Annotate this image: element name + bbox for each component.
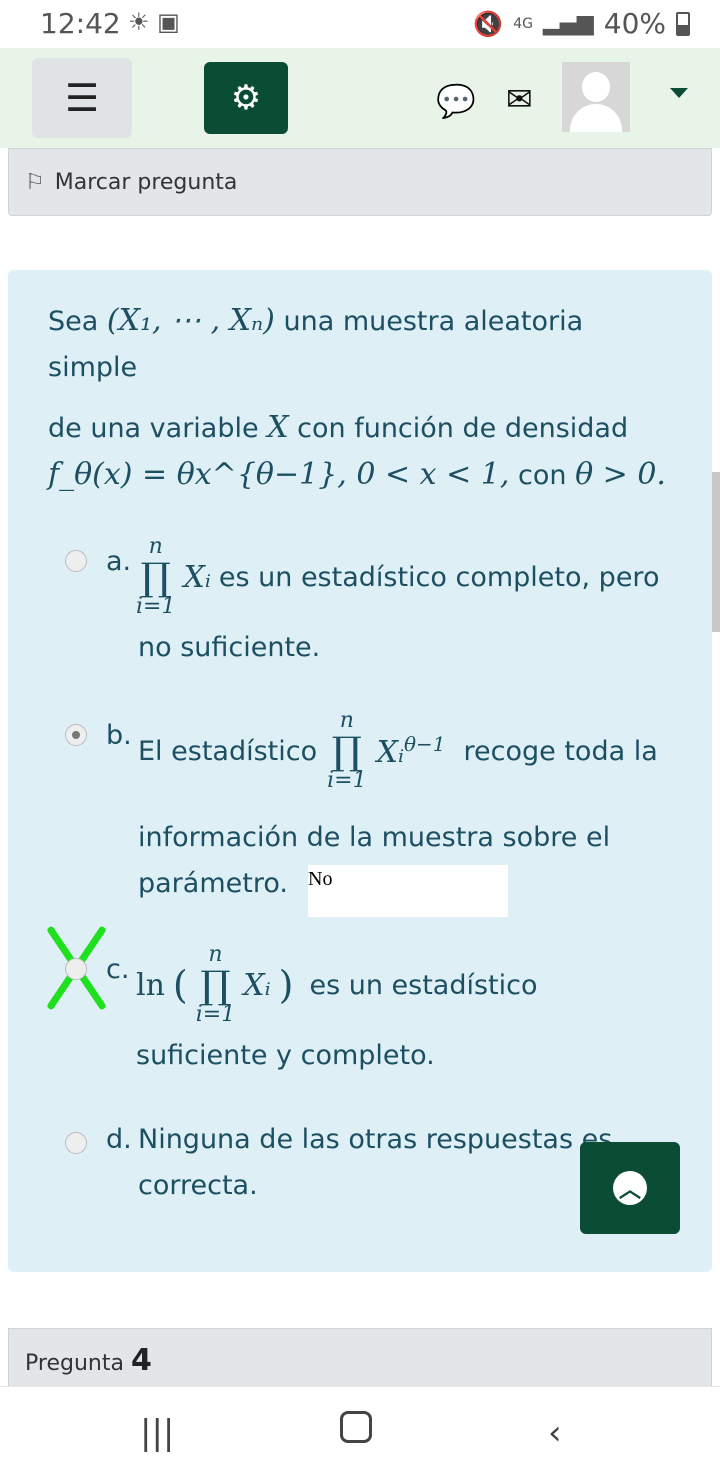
chat-bubble-icon[interactable]: 💬 — [436, 82, 476, 120]
option-d-letter: d. — [106, 1124, 132, 1155]
top-navbar: ☰ ⚙ 💬 ✉ — [0, 48, 720, 148]
status-bar: 12:42 ☀ ▣ 🔇 4G ▂▄▆ 40% — [0, 0, 720, 48]
product-symbol: n ∏ i=1 — [327, 708, 367, 793]
option-b-letter: b. — [106, 720, 132, 751]
theta-condition: θ > 0. — [575, 457, 666, 492]
android-nav-bar: ||| ‹ — [0, 1386, 720, 1480]
mute-icon: 🔇 — [473, 9, 504, 38]
next-question-header: Pregunta 4 — [8, 1328, 712, 1388]
chevron-down-icon[interactable] — [670, 88, 688, 98]
scroll-to-top-button[interactable]: ︿ — [580, 1142, 680, 1234]
battery-icon — [676, 11, 690, 36]
user-avatar[interactable] — [562, 62, 630, 132]
radio-option-d[interactable] — [65, 1132, 87, 1154]
scrollbar[interactable] — [712, 472, 720, 632]
sample-math: (X₁, ⋯ , Xₙ) — [106, 303, 275, 338]
network-label: 4G — [513, 15, 533, 32]
density-math: f_θ(x) = θx^{θ−1}, 0 < x < 1, — [48, 457, 510, 492]
question-text: Sea (X₁, ⋯ , Xₙ) una muestra aleatoria s… — [48, 303, 666, 492]
recent-apps-icon[interactable]: ||| — [140, 1413, 174, 1453]
flag-question-label: Marcar pregunta — [54, 169, 238, 195]
clock: 12:42 — [40, 7, 121, 40]
battery-level: 40% — [603, 7, 666, 40]
question-card: Sea (X₁, ⋯ , Xₙ) una muestra aleatoria s… — [8, 270, 712, 1272]
product-symbol: n ∏ i=1 — [195, 942, 236, 1027]
option-c-letter: c. — [106, 954, 130, 985]
question-number: 4 — [130, 1343, 152, 1378]
back-icon[interactable]: ‹ — [548, 1413, 562, 1453]
weather-icon: ☀ ▣ — [128, 8, 180, 36]
variable-math: X — [267, 410, 289, 445]
option-a-letter: a. — [106, 546, 132, 577]
hamburger-menu-button[interactable]: ☰ — [32, 58, 132, 138]
radio-option-b[interactable] — [65, 724, 87, 746]
radio-option-a[interactable] — [65, 550, 87, 572]
home-icon[interactable] — [340, 1411, 372, 1452]
envelope-icon[interactable]: ✉ — [506, 80, 533, 118]
flag-question-bar[interactable]: ⚐ Marcar pregunta — [8, 148, 712, 216]
flag-icon: ⚐ — [25, 169, 45, 195]
signal-icon: ▂▄▆ — [543, 11, 594, 36]
gears-settings-button[interactable]: ⚙ — [204, 62, 288, 134]
product-symbol: n ∏ i=1 — [136, 534, 176, 619]
feedback-box: No — [308, 865, 508, 917]
chevron-up-icon: ︿ — [613, 1171, 647, 1205]
radio-option-c[interactable] — [65, 958, 87, 980]
